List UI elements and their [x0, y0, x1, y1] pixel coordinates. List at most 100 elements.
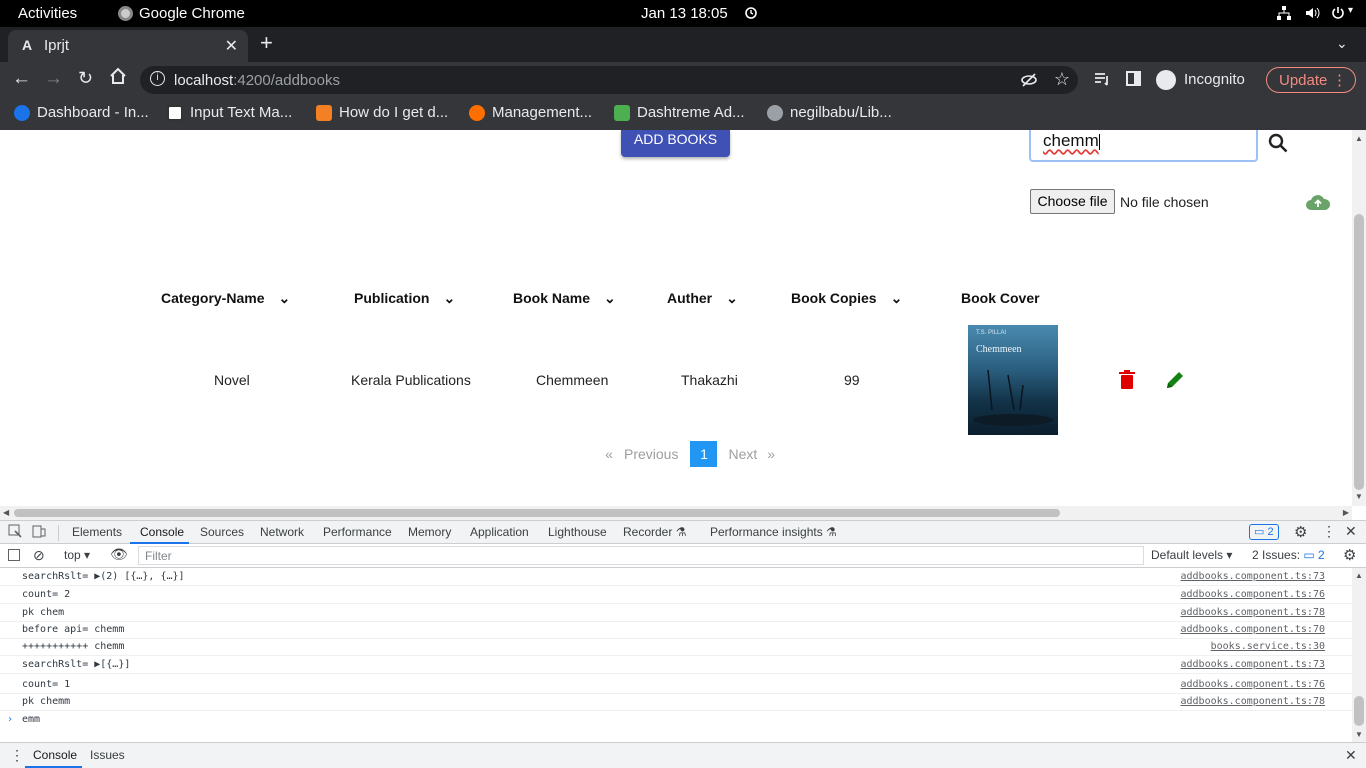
bookmark-dashtreme[interactable]: Dashtreme Ad...	[614, 104, 745, 121]
bookmark-star-icon[interactable]: ☆	[1054, 69, 1070, 90]
column-header-category[interactable]: Category-Name ⌄	[161, 290, 290, 307]
network-icon[interactable]	[1276, 5, 1292, 25]
bookmark-github[interactable]: negilbabu/Lib...	[767, 104, 892, 121]
settings-gear-icon[interactable]: ⚙	[1294, 523, 1307, 541]
add-books-button[interactable]: ADD BOOKS	[621, 130, 730, 157]
column-header-publication[interactable]: Publication ⌄	[354, 290, 455, 307]
bookmark-dashboard[interactable]: Dashboard - In...	[14, 104, 149, 121]
console-settings-gear-icon[interactable]: ⚙	[1343, 546, 1356, 564]
scroll-left-arrow-icon[interactable]: ◀	[3, 508, 9, 517]
drawer-tab-issues[interactable]: Issues	[90, 748, 125, 762]
search-input[interactable]: chemm	[1029, 130, 1258, 162]
column-header-copies[interactable]: Book Copies ⌄	[791, 290, 902, 307]
horizontal-scroll-thumb[interactable]	[14, 509, 1060, 517]
home-icon[interactable]	[108, 66, 128, 91]
chevron-down-icon[interactable]: ⌄	[278, 290, 290, 306]
app-menu[interactable]: Google Chrome	[118, 5, 245, 22]
bookmark-management[interactable]: Management...	[469, 104, 592, 121]
console-source-link[interactable]: addbooks.component.ts:76	[1181, 589, 1326, 600]
issues-badge[interactable]: ▭ 2	[1249, 524, 1279, 540]
console-source-link[interactable]: addbooks.component.ts:73	[1181, 659, 1326, 670]
devtools-tab-application[interactable]: Application	[470, 525, 529, 539]
console-message-text[interactable]: searchRslt= ▶[{…}]	[22, 659, 130, 670]
devtools-tab-elements[interactable]: Elements	[72, 525, 122, 539]
address-bar[interactable]: i localhost:4200/addbooks ☆	[140, 66, 1078, 94]
devtools-tab-performance-insights[interactable]: Performance insights ⚗	[710, 525, 837, 539]
tab-iprjt[interactable]: A Iprjt ✕	[8, 30, 248, 62]
chevron-down-icon[interactable]: ⌄	[443, 290, 455, 306]
bookmark-stackoverflow[interactable]: How do I get d...	[316, 104, 448, 121]
close-drawer-icon[interactable]: ✕	[1345, 747, 1357, 764]
console-scroll-thumb[interactable]	[1354, 696, 1364, 726]
scroll-down-arrow-icon[interactable]: ▼	[1355, 492, 1363, 501]
search-icon[interactable]	[1267, 132, 1289, 159]
profile-label[interactable]: Incognito	[1184, 71, 1245, 88]
console-prompt-input[interactable]: emm	[22, 714, 40, 725]
devtools-menu-icon[interactable]: ⋮	[1322, 523, 1336, 540]
side-panel-icon[interactable]	[1126, 71, 1141, 86]
devtools-tab-memory[interactable]: Memory	[408, 525, 451, 539]
console-source-link[interactable]: books.service.ts:30	[1211, 641, 1325, 652]
clear-console-icon[interactable]: ⊘	[33, 547, 45, 564]
column-header-auther[interactable]: Auther ⌄	[667, 290, 738, 307]
devtools-tab-recorder[interactable]: Recorder ⚗	[623, 525, 686, 539]
console-message-text[interactable]: searchRslt= ▶(2) [{…}, {…}]	[22, 571, 185, 582]
bookmark-input-text[interactable]: Input Text Ma...	[167, 104, 292, 121]
last-page-icon[interactable]: »	[767, 446, 775, 462]
devtools-tab-lighthouse[interactable]: Lighthouse	[548, 525, 607, 539]
back-icon[interactable]: ←	[12, 68, 31, 90]
devtools-tab-sources[interactable]: Sources	[200, 525, 244, 539]
current-page-button[interactable]: 1	[690, 441, 718, 467]
horizontal-scrollbar[interactable]: ◀ ▶	[0, 506, 1352, 520]
sidebar-toggle-icon[interactable]	[8, 549, 20, 561]
tab-search-chevron-icon[interactable]: ⌄	[1336, 35, 1348, 52]
column-header-book-name[interactable]: Book Name ⌄	[513, 290, 616, 307]
scroll-down-arrow-icon[interactable]: ▼	[1355, 730, 1363, 739]
cloud-upload-icon[interactable]	[1305, 193, 1331, 216]
close-tab-icon[interactable]: ✕	[225, 36, 238, 56]
chevron-down-icon[interactable]: ⌄	[891, 290, 903, 306]
console-source-link[interactable]: addbooks.component.ts:73	[1181, 571, 1326, 582]
console-source-link[interactable]: addbooks.component.ts:78	[1181, 696, 1326, 707]
chevron-down-icon[interactable]: ⌄	[604, 290, 616, 306]
power-icon[interactable]	[1330, 5, 1346, 25]
console-scrollbar[interactable]: ▲ ▼	[1352, 568, 1366, 742]
next-page-link[interactable]: Next	[728, 446, 757, 462]
system-menu-arrow-icon[interactable]: ▾	[1348, 5, 1353, 16]
vertical-scroll-thumb[interactable]	[1354, 214, 1364, 490]
scroll-up-arrow-icon[interactable]: ▲	[1355, 571, 1363, 580]
context-selector[interactable]: top ▾	[64, 548, 90, 562]
new-tab-icon[interactable]: +	[260, 30, 273, 56]
update-button[interactable]: Update ⋮	[1266, 67, 1356, 93]
devtools-tab-network[interactable]: Network	[260, 525, 304, 539]
console-source-link[interactable]: addbooks.component.ts:70	[1181, 624, 1326, 635]
console-filter-input[interactable]: Filter	[138, 546, 1144, 565]
clock[interactable]: Jan 13 18:05	[641, 5, 728, 22]
volume-icon[interactable]	[1304, 5, 1320, 25]
chevron-down-icon[interactable]: ⌄	[726, 290, 738, 306]
eye-off-icon[interactable]	[1020, 71, 1038, 93]
close-devtools-icon[interactable]: ✕	[1345, 523, 1357, 540]
device-toolbar-icon[interactable]	[32, 524, 46, 541]
log-levels-dropdown[interactable]: Default levels ▾	[1151, 548, 1232, 562]
issues-counter[interactable]: 2 Issues: ▭ 2	[1252, 548, 1325, 562]
drawer-tab-console[interactable]: Console	[33, 748, 77, 762]
previous-page-link[interactable]: Previous	[624, 446, 678, 462]
delete-icon[interactable]	[1119, 370, 1135, 395]
forward-icon[interactable]: →	[44, 68, 63, 90]
first-page-icon[interactable]: «	[600, 446, 618, 462]
scroll-right-arrow-icon[interactable]: ▶	[1343, 508, 1349, 517]
site-info-icon[interactable]: i	[150, 71, 165, 86]
vertical-scrollbar[interactable]: ▲ ▼	[1352, 130, 1366, 506]
devtools-tab-console[interactable]: Console	[140, 525, 184, 539]
edit-pencil-icon[interactable]	[1165, 370, 1185, 395]
scroll-up-arrow-icon[interactable]: ▲	[1355, 134, 1363, 143]
eye-icon[interactable]: 👁	[110, 546, 128, 563]
choose-file-button[interactable]: Choose file	[1030, 189, 1115, 214]
activities-button[interactable]: Activities	[18, 5, 77, 22]
console-prompt[interactable]: › emm	[0, 711, 1352, 741]
drawer-menu-icon[interactable]: ⋮	[10, 747, 24, 764]
console-source-link[interactable]: addbooks.component.ts:76	[1181, 679, 1326, 690]
inspect-element-icon[interactable]	[8, 524, 22, 541]
reload-icon[interactable]: ↻	[78, 68, 93, 89]
